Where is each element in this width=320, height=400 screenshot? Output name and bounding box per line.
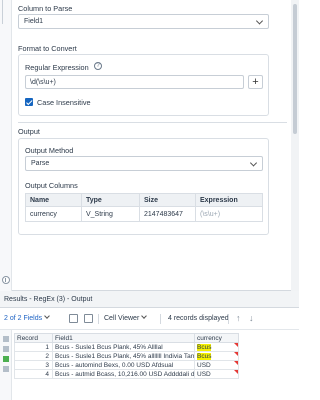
- results-header: Results - RegEx (3) - Output: [0, 291, 299, 308]
- output-column-name[interactable]: currency: [25, 206, 82, 222]
- column-to-parse-select[interactable]: Field1: [18, 14, 269, 29]
- records-count: 4 records displayed: [168, 315, 229, 322]
- results-grid: Record Field1 currency 1 Bcus - Susle1 B…: [14, 333, 239, 379]
- column-to-parse-label: Column to Parse: [18, 4, 73, 13]
- output-column-expression[interactable]: (\s\u+): [195, 206, 263, 222]
- header-currency[interactable]: currency: [194, 333, 239, 343]
- column-header-type: Type: [81, 193, 140, 207]
- case-insensitive-checkbox[interactable]: [25, 98, 33, 106]
- regex-label: Regular Expression: [25, 63, 89, 72]
- output-method-select[interactable]: Parse: [25, 156, 263, 171]
- config-scrollbar[interactable]: [291, 0, 299, 291]
- results-rail: [0, 330, 12, 400]
- table-row[interactable]: 1 Bcus - Susle1 Bcus Plank, 45% Allllal …: [14, 342, 239, 352]
- rail-icon[interactable]: [3, 336, 9, 342]
- output-columns-row[interactable]: currency V_String 2147483647 (\s\u+): [25, 206, 263, 222]
- help-icon[interactable]: ?: [94, 62, 102, 70]
- gutter-line: [2, 0, 3, 24]
- column-to-parse-value: Field1: [24, 18, 44, 25]
- field1-cell[interactable]: Bcus - automind Bexs, 0.00 USD Afdsual: [52, 360, 195, 370]
- settings-icon[interactable]: [69, 314, 78, 323]
- add-icon[interactable]: +: [248, 75, 263, 89]
- fields-label: 2 of 2 Fields: [4, 315, 43, 322]
- column-header-name: Name: [25, 193, 82, 207]
- output-method-value: Parse: [31, 160, 50, 167]
- configuration-panel: Column to Parse Field1 Format to Convert…: [0, 0, 299, 291]
- case-insensitive-label: Case Insensitive: [37, 98, 91, 107]
- record-number: 2: [14, 351, 53, 361]
- rail-icon[interactable]: [3, 356, 9, 362]
- record-number: 3: [14, 360, 53, 370]
- header-field1[interactable]: Field1: [52, 333, 195, 343]
- delete-icon[interactable]: [84, 314, 93, 323]
- results-panel: Results - RegEx (3) - Output 2 of 2 Fiel…: [0, 291, 299, 400]
- toolbar-separator: [98, 314, 99, 324]
- rail-icon[interactable]: [3, 346, 9, 352]
- currency-value: Bcus: [197, 343, 212, 351]
- chevron-down-icon: [44, 313, 50, 319]
- field1-cell[interactable]: Bcus - Susle1 Bcus Plank, 45% alllllll I…: [52, 351, 195, 361]
- results-header-row: Record Field1 currency: [14, 333, 239, 343]
- header-record[interactable]: Record: [14, 333, 53, 343]
- config-gutter: [0, 0, 12, 291]
- section-divider: [18, 122, 287, 123]
- output-label: Output: [18, 127, 40, 136]
- scroll-thumb[interactable]: [293, 4, 297, 134]
- output-column-size[interactable]: 2147483647: [139, 206, 196, 222]
- output-columns-header-row: Name Type Size Expression: [25, 193, 263, 207]
- toolbar-separator: [160, 314, 161, 324]
- column-header-expression: Expression: [195, 193, 263, 207]
- field1-cell[interactable]: Bcus - autmid Bcass, 10,216.00 USD Adddd…: [52, 369, 195, 379]
- cell-viewer-label: Cell Viewer: [104, 315, 140, 322]
- regex-input[interactable]: \d(\s\u+): [25, 75, 244, 89]
- output-method-label: Output Method: [25, 146, 74, 155]
- chevron-down-icon: [249, 158, 258, 167]
- format-card: Regular Expression ? \d(\s\u+) + Case In…: [18, 54, 269, 116]
- currency-value: Bcus: [197, 352, 212, 360]
- currency-cell[interactable]: Bcus: [194, 351, 239, 361]
- currency-cell[interactable]: USD: [194, 369, 239, 379]
- toolbar-separator: [228, 314, 229, 324]
- cell-viewer-selector[interactable]: Cell Viewer: [104, 313, 148, 322]
- currency-cell[interactable]: USD: [194, 360, 239, 370]
- fields-selector[interactable]: 2 of 2 Fields: [4, 313, 50, 322]
- results-toolbar: 2 of 2 Fields Cell Viewer 4 records disp…: [0, 308, 299, 330]
- table-row[interactable]: 4 Bcus - autmid Bcass, 10,216.00 USD Add…: [14, 369, 239, 379]
- format-to-convert-label: Format to Convert: [18, 44, 77, 53]
- record-number: 1: [14, 342, 53, 352]
- currency-value: USD: [197, 361, 211, 369]
- arrow-up-icon[interactable]: ↑: [236, 313, 241, 323]
- arrow-down-icon[interactable]: ↓: [249, 313, 254, 323]
- chevron-down-icon: [141, 313, 148, 319]
- column-header-size: Size: [139, 193, 196, 207]
- chevron-down-icon: [255, 16, 264, 25]
- currency-cell[interactable]: Bcus: [194, 342, 239, 352]
- record-number: 4: [14, 369, 53, 379]
- output-columns-table: Name Type Size Expression currency V_Str…: [25, 193, 263, 222]
- output-columns-label: Output Columns: [25, 181, 78, 190]
- output-card: Output Method Parse Output Columns Name …: [18, 138, 269, 235]
- output-column-type[interactable]: V_String: [81, 206, 140, 222]
- results-title: Results - RegEx (3) - Output: [4, 296, 93, 303]
- table-row[interactable]: 3 Bcus - automind Bexs, 0.00 USD Afdsual…: [14, 360, 239, 370]
- rail-icon[interactable]: [3, 366, 9, 372]
- info-icon[interactable]: [2, 276, 10, 284]
- field1-cell[interactable]: Bcus - Susle1 Bcus Plank, 45% Allllal: [52, 342, 195, 352]
- table-row[interactable]: 2 Bcus - Susle1 Bcus Plank, 45% alllllll…: [14, 351, 239, 361]
- regex-value: \d(\s\u+): [30, 78, 56, 86]
- currency-value: USD: [197, 370, 211, 378]
